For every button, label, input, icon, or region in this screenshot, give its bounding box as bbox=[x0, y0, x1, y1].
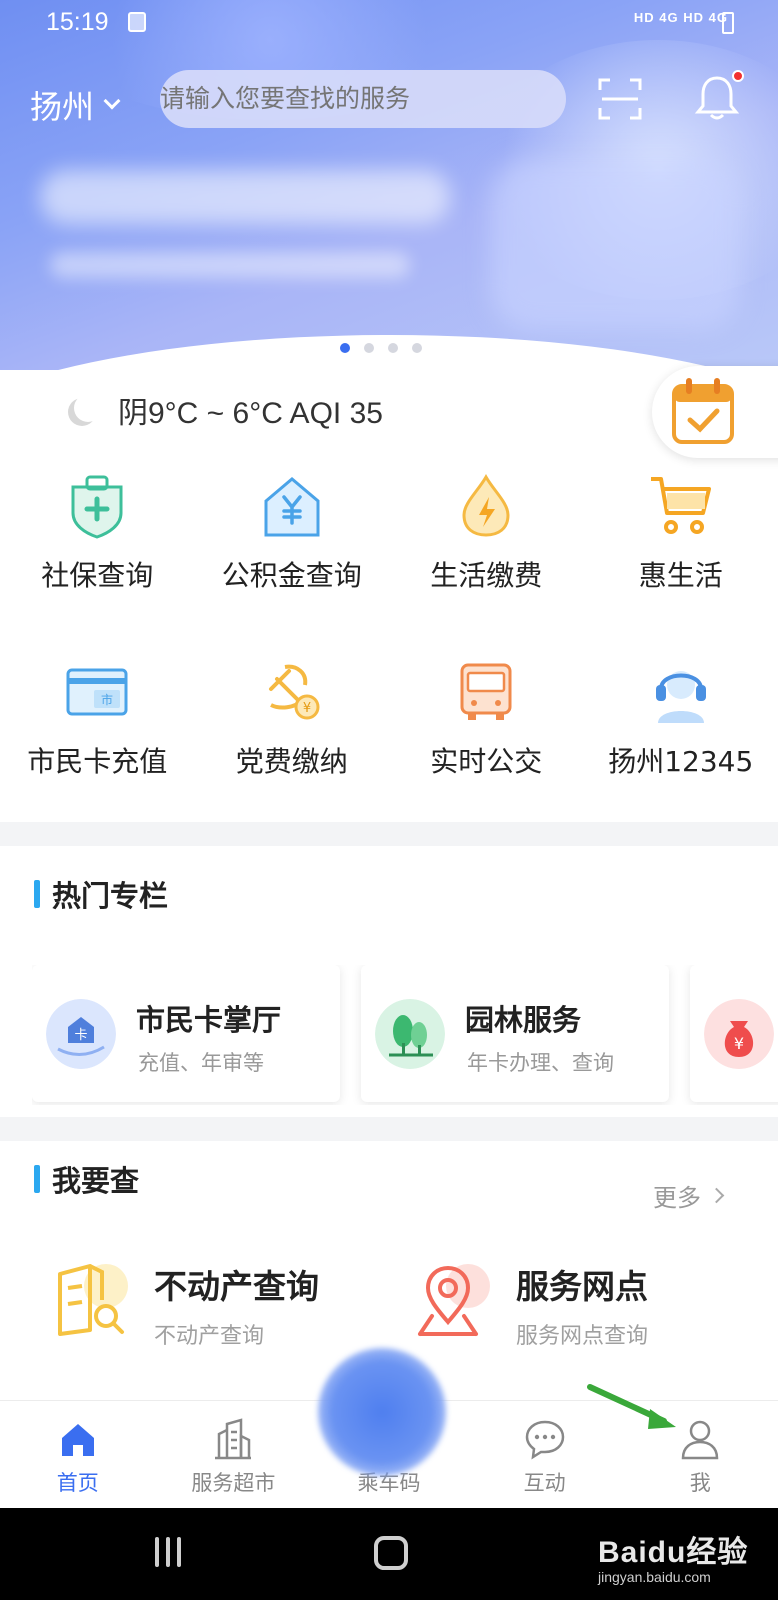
hot-card-title: 市民卡掌厅 bbox=[136, 1003, 282, 1037]
nav-home[interactable]: 首页 bbox=[0, 1401, 156, 1508]
chevron-right-icon bbox=[708, 1187, 725, 1204]
service-label: 公积金查询 bbox=[221, 559, 362, 592]
citizen-card-icon: 市 bbox=[61, 656, 133, 728]
service-housing-fund[interactable]: 公积金查询 bbox=[195, 470, 390, 594]
headset-icon bbox=[645, 656, 717, 728]
city-name: 扬州 bbox=[30, 88, 95, 126]
notification-bell[interactable] bbox=[694, 70, 744, 122]
carousel-indicator bbox=[340, 343, 422, 353]
recent-apps-button[interactable] bbox=[155, 1537, 181, 1567]
hot-card-partial[interactable]: ¥ bbox=[690, 965, 778, 1102]
query-subtitle: 服务网点查询 bbox=[516, 1324, 649, 1349]
weather-widget[interactable]: 阴9°C ~ 6°C AQI 35 bbox=[68, 388, 383, 432]
water-lightning-icon bbox=[450, 470, 522, 542]
money-bag-icon: ¥ bbox=[704, 999, 774, 1069]
status-time: 15:19 bbox=[46, 8, 109, 36]
service-label: 生活缴费 bbox=[430, 559, 543, 592]
home-button[interactable] bbox=[374, 1536, 408, 1570]
service-label: 社保查询 bbox=[41, 559, 154, 592]
query-service-outlet[interactable]: 服务网点 服务网点查询 bbox=[416, 1260, 648, 1350]
service-hotline-12345[interactable]: 扬州12345 bbox=[584, 656, 778, 780]
service-utility-payment[interactable]: 生活缴费 bbox=[389, 470, 584, 594]
service-realtime-bus[interactable]: 实时公交 bbox=[389, 656, 584, 780]
party-emblem-icon: ¥ bbox=[256, 656, 328, 728]
banner-carousel[interactable] bbox=[0, 140, 778, 340]
card-icon: 卡 bbox=[46, 999, 116, 1069]
service-label: 市民卡充值 bbox=[27, 745, 168, 778]
svg-text:市: 市 bbox=[101, 692, 113, 707]
section-divider bbox=[0, 1117, 778, 1141]
city-selector[interactable]: 扬州 bbox=[30, 82, 121, 128]
moon-icon bbox=[74, 394, 102, 422]
query-subtitle: 不动产查询 bbox=[154, 1324, 265, 1349]
service-card-recharge[interactable]: 市 市民卡充值 bbox=[0, 656, 195, 780]
svg-text:¥: ¥ bbox=[734, 1034, 744, 1053]
svg-text:卡: 卡 bbox=[74, 1028, 87, 1043]
query-title: 不动产查询 bbox=[154, 1267, 319, 1306]
scan-icon[interactable] bbox=[598, 78, 642, 120]
more-link[interactable]: 更多 bbox=[653, 1178, 725, 1213]
property-search-icon bbox=[58, 1264, 128, 1336]
nav-service-market[interactable]: 服务超市 bbox=[156, 1401, 312, 1508]
location-pin-icon bbox=[418, 1264, 490, 1336]
medical-shield-icon bbox=[61, 470, 133, 542]
service-label: 惠生活 bbox=[638, 559, 723, 592]
ride-code-button[interactable] bbox=[318, 1348, 446, 1476]
hot-card-garden-service[interactable]: 园林服务 年卡办理、查询 bbox=[361, 965, 669, 1102]
notification-icon bbox=[128, 12, 146, 32]
house-yuan-icon bbox=[256, 470, 328, 542]
service-benefit-life[interactable]: 惠生活 bbox=[584, 470, 778, 594]
search-input[interactable] bbox=[160, 70, 566, 128]
annotation-arrow-icon bbox=[587, 1384, 676, 1429]
battery-icon bbox=[722, 12, 734, 34]
query-section-title: 我要查 bbox=[34, 1158, 139, 1200]
weather-text: 阴9°C ~ 6°C AQI 35 bbox=[118, 397, 383, 430]
home-icon bbox=[56, 1417, 100, 1461]
chat-icon bbox=[523, 1417, 567, 1461]
unread-badge bbox=[732, 70, 744, 82]
service-social-security[interactable]: 社保查询 bbox=[0, 470, 195, 594]
shopping-cart-icon bbox=[645, 470, 717, 542]
hot-card-citizen-card[interactable]: 卡 市民卡掌厅 充值、年审等 bbox=[32, 965, 340, 1102]
query-title: 服务网点 bbox=[516, 1267, 648, 1306]
hot-card-title: 园林服务 bbox=[465, 1003, 582, 1037]
header-banner: 15:19 HD 4G HD 4G 扬州 bbox=[0, 0, 778, 370]
status-bar: 15:19 HD 4G HD 4G bbox=[0, 0, 778, 46]
service-label: 实时公交 bbox=[430, 745, 543, 778]
hot-cards-scroller[interactable]: 卡 市民卡掌厅 充值、年审等 园林服务 年卡办理、查询 ¥ bbox=[32, 965, 778, 1105]
calendar-check-icon bbox=[672, 378, 734, 444]
tree-icon bbox=[375, 999, 445, 1069]
hot-section-title: 热门专栏 bbox=[34, 873, 168, 915]
section-divider bbox=[0, 822, 778, 846]
watermark: Baidu经验 jingyan.baidu.com bbox=[598, 1536, 749, 1585]
service-grid: 社保查询 公积金查询 生活缴费 惠生活 市 市民卡充值 ¥ 党费缴纳 实时公交 bbox=[0, 470, 778, 780]
service-label: 扬州12345 bbox=[608, 745, 754, 778]
query-real-estate[interactable]: 不动产查询 不动产查询 bbox=[54, 1260, 319, 1350]
service-label: 党费缴纳 bbox=[235, 745, 348, 778]
hot-card-subtitle: 年卡办理、查询 bbox=[467, 1051, 614, 1075]
chevron-down-icon bbox=[103, 92, 121, 110]
bus-icon bbox=[450, 656, 522, 728]
svg-text:¥: ¥ bbox=[303, 701, 311, 716]
calendar-button[interactable] bbox=[652, 366, 778, 458]
signal-icon: HD 4G HD 4G bbox=[633, 10, 728, 25]
building-icon bbox=[211, 1417, 255, 1461]
hot-card-subtitle: 充值、年审等 bbox=[138, 1051, 264, 1075]
service-party-fee[interactable]: ¥ 党费缴纳 bbox=[195, 656, 390, 780]
